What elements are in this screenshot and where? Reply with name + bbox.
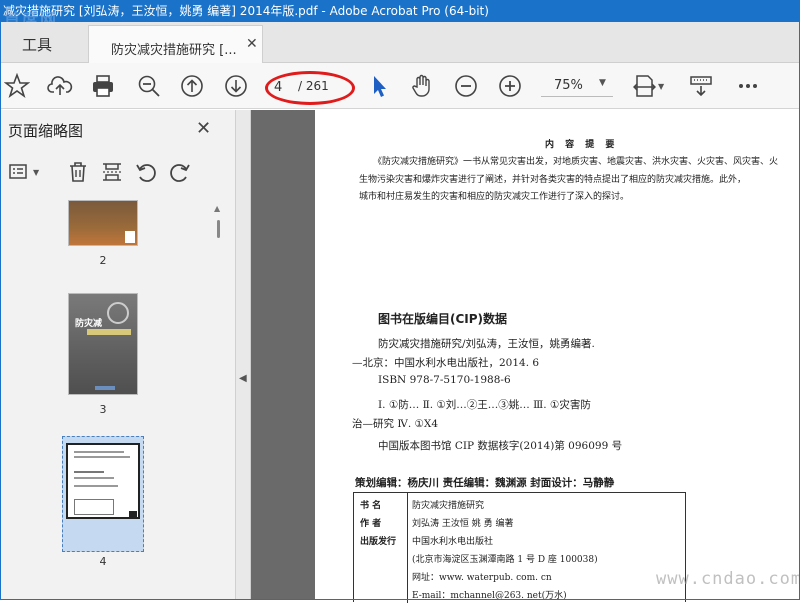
next-page-icon[interactable] [223,73,249,99]
cip-title: 图书在版编目(CIP)数据 [378,312,508,326]
cip-line: —北京：中国水利水电出版社，2014. 6 [352,357,540,369]
tab-bar: 工具 防灾减灾措施研究 [... ✕ [0,22,800,63]
print-icon[interactable] [90,73,116,99]
table-value: (北京市海淀区玉渊潭南路 1 号 D 座 100038) [412,555,598,565]
thumbnail-label-3: 3 [99,403,107,416]
chevron-down-icon: ▼ [599,78,606,88]
thumb-text-line [74,451,124,453]
thumbnail-page-3[interactable]: 防灾减 [68,293,138,395]
zoom-level-dropdown[interactable]: 75% ▼ [541,75,613,97]
window-titlebar: 减灾措施研究 [刘弘涛，王汝恒，姚勇 编著] 2014年版.pdf - Adob… [0,0,800,22]
bookmark-star-icon[interactable] [3,72,31,99]
cloud-upload-icon[interactable] [47,73,73,99]
keyboard-scroll-icon[interactable] [688,73,714,99]
cip-line: 中国版本图书馆 CIP 数据核字(2014)第 096099 号 [378,440,623,452]
thumb-text-line [74,485,118,487]
panel-title: 页面缩略图 [8,122,84,140]
zoom-out-magnifier-icon[interactable] [136,73,162,99]
thumbnail-options-icon[interactable] [8,160,34,186]
panel-collapse-strip[interactable]: ◀ [236,110,251,600]
panel-close-icon[interactable]: ✕ [196,118,211,139]
thumb-text-line [74,477,114,479]
cover-publisher-mark [95,386,115,390]
previous-page-icon[interactable] [179,73,205,99]
zoom-in-icon[interactable] [497,73,523,99]
site-watermark: www.cndao.com [656,569,800,589]
document-view[interactable]: 内 容 提 要 《防灾减灾措施研究》一书从常见灾害出发，对地质灾害、地震灾害、洪… [251,110,800,603]
table-value: E-mail：mchannel@263. net(万水) [412,591,567,601]
cip-line: 防灾减灾措施研究/刘弘涛，王汝恒，姚勇编著. [378,338,595,350]
extract-pages-icon[interactable] [100,160,126,186]
delete-page-icon[interactable] [66,160,92,186]
summary-line: 城市和村庄易发生的灾害和相应的防灾减灾工作进行了深入的探讨。 [359,192,630,202]
table-divider [407,493,408,603]
thumbnail-label-4: 4 [99,555,107,568]
select-cursor-icon[interactable] [366,73,392,99]
summary-line: 《防灾减灾措施研究》一书从常见灾害出发，对地质灾害、地震灾害、洪水灾害、火灾害、… [373,157,779,167]
zoom-out-icon[interactable] [453,73,479,99]
book-info-table: 书 名 防灾减灾措施研究 作 者 刘弘涛 王汝恒 姚 勇 编著 出版发行 中国水… [353,492,686,603]
collapse-arrow-icon[interactable]: ◀ [239,373,247,384]
thumb-text-line [74,471,104,473]
fit-page-chevron-icon[interactable]: ▼ [658,82,664,91]
fit-page-icon[interactable] [632,73,658,99]
table-value: 防灾减灾措施研究 [412,501,485,511]
cover-emblem [107,302,129,324]
table-key: 出版发行 [360,537,397,547]
hand-tool-icon[interactable] [409,73,435,99]
window-title: 减灾措施研究 [刘弘涛，王汝恒，姚勇 编著] 2014年版.pdf - Adob… [3,4,489,18]
cover-subtitle-band [87,329,131,335]
thumbnail-page-4 [66,443,140,519]
thumb-text-line [74,456,130,458]
cover-title-glyphs: 防灾减 [75,319,103,329]
main-toolbar [0,63,800,109]
zoom-level-value: 75% [554,78,583,93]
thumbnail-scrollbar[interactable]: ▲ [210,200,228,595]
pdf-page: 内 容 提 要 《防灾减灾措施研究》一书从常见灾害出发，对地质灾害、地震灾害、洪… [315,110,800,603]
summary-heading: 内 容 提 要 [545,140,619,150]
tab-document-label: 防灾减灾措施研究 [... [111,43,237,58]
tab-close-icon[interactable]: ✕ [246,36,258,52]
scrollbar-thumb[interactable] [217,220,220,238]
scroll-up-arrow-icon[interactable]: ▲ [214,204,220,213]
table-value: 刘弘涛 王汝恒 姚 勇 编著 [412,519,514,529]
table-key: 作 者 [360,519,382,529]
thumbnail-page-4-selected[interactable] [62,436,144,552]
thumbnail-resize-handle[interactable] [129,511,137,519]
rotate-clockwise-icon[interactable] [168,160,194,186]
cip-line: ISBN 978-7-5170-1988-6 [378,374,511,386]
editors-line: 策划编辑：杨庆川 责任编辑：魏渊源 封面设计：马静静 [355,477,615,489]
highlight-ellipse-annotation [265,71,355,105]
table-value: 网址：www. waterpub. com. cn [412,573,552,583]
summary-line: 生物污染灾害和爆炸灾害进行了阐述，并针对各类灾害的特点提出了相应的防灾减灾措施。… [359,175,747,185]
cip-line: 治—研究 Ⅳ. ①X4 [352,418,439,430]
tab-document[interactable]: 防灾减灾措施研究 [... ✕ [88,25,263,63]
cip-line: Ⅰ. ①防… Ⅱ. ①刘…②王…③姚… Ⅲ. ①灾害防 [378,399,591,411]
thumbnail-page-2[interactable] [68,200,138,246]
thumbnail-options-chevron-icon[interactable]: ▼ [33,168,39,177]
more-options-icon[interactable] [735,73,761,99]
rotate-counterclockwise-icon[interactable] [134,160,160,186]
thumb-table-box [74,499,114,515]
table-value: 中国水利水电出版社 [412,537,494,547]
tab-tools[interactable]: 工具 [22,34,52,55]
table-key: 书 名 [360,501,382,511]
barcode-mark [125,231,135,243]
thumbnail-label-2: 2 [99,254,107,267]
